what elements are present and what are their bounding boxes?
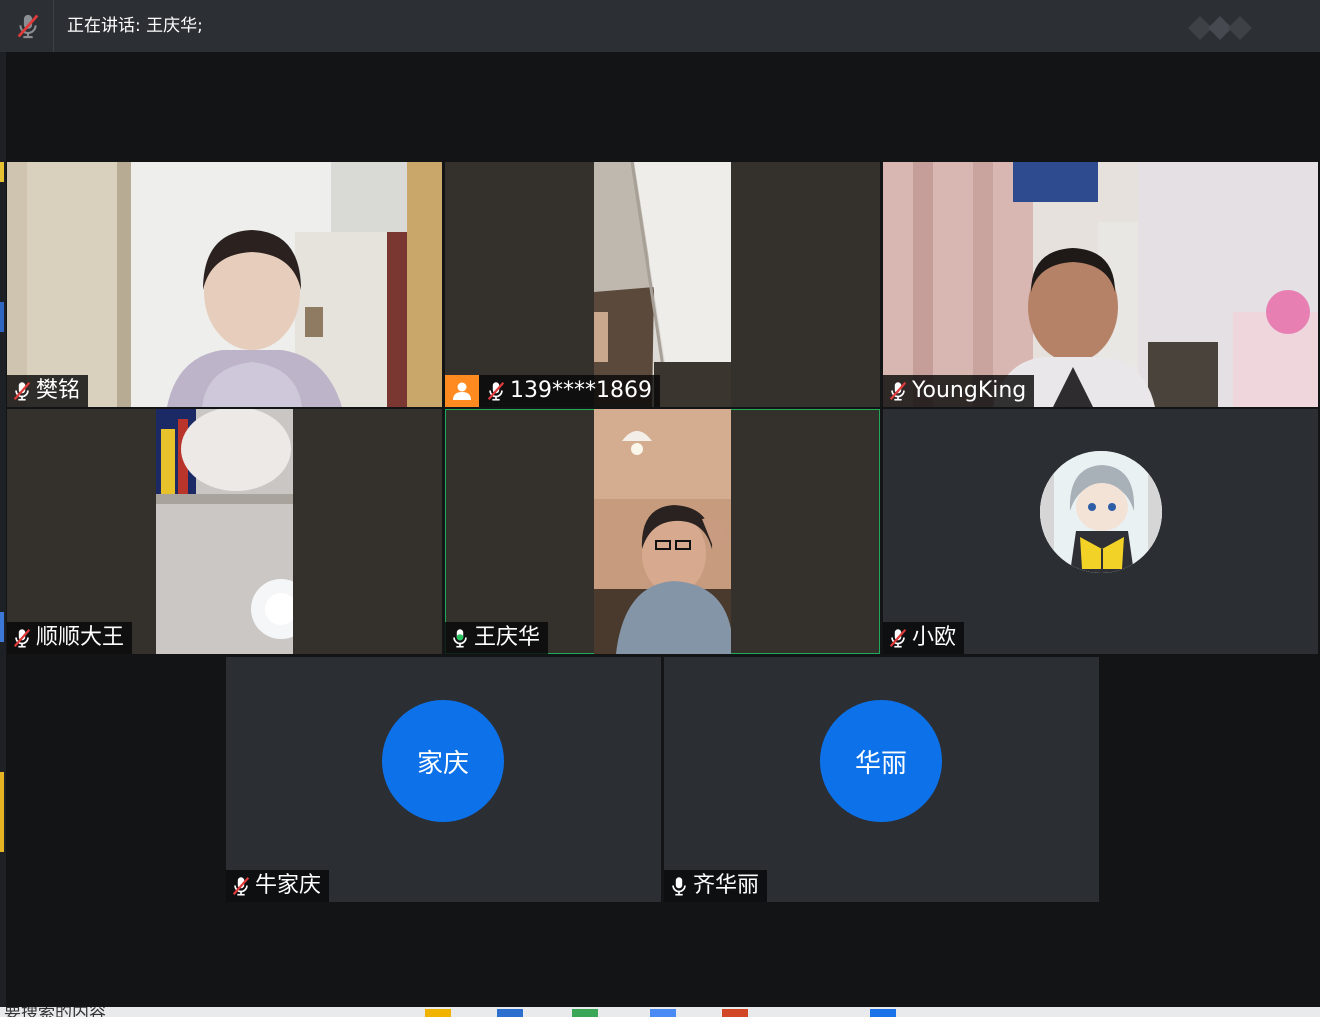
audio-only-tile[interactable]: 小欧 <box>883 409 1318 654</box>
mic-muted-icon <box>887 380 909 402</box>
participant-name-tag: 顺顺大王 <box>7 622 133 654</box>
mic-icon <box>668 875 690 897</box>
phone-user-icon <box>445 375 479 407</box>
video-tile[interactable]: 顺顺大王 <box>7 409 442 654</box>
background-text-fragment: 要搜索的内容 <box>4 1007 106 1017</box>
participant-name: 齐华丽 <box>693 873 760 898</box>
mic-active-icon <box>449 627 471 649</box>
mic-muted-icon <box>11 380 33 402</box>
participant-name-tag: 樊铭 <box>7 375 89 407</box>
divider <box>53 0 54 52</box>
participant-video <box>7 162 442 407</box>
participant-name-tag: 139****1869 <box>445 375 660 407</box>
avatar: 华丽 <box>820 700 942 822</box>
participant-video <box>156 409 293 654</box>
meeting-top-bar: 正在讲话: 王庆华; <box>0 0 1320 52</box>
mic-muted-icon <box>230 875 252 897</box>
participant-name: 小欧 <box>912 625 957 650</box>
mic-muted-icon <box>887 627 909 649</box>
speaking-indicator: 正在讲话: 王庆华; <box>67 16 203 36</box>
microphone-muted-icon[interactable] <box>14 12 42 40</box>
participant-video <box>594 409 731 654</box>
participant-name-tag: 王庆华 <box>445 622 549 654</box>
mic-muted-icon <box>11 627 33 649</box>
video-tile[interactable]: 樊铭 <box>7 162 442 407</box>
video-tile[interactable]: 139****1869 <box>445 162 880 407</box>
participant-name-tag: YoungKing <box>883 375 1035 407</box>
participant-video <box>594 162 731 407</box>
participant-name: 139****1869 <box>510 378 652 403</box>
participant-name-tag: 小欧 <box>883 622 965 654</box>
desktop-taskbar-edge: 要搜索的内容 <box>0 1007 1320 1017</box>
audio-only-tile[interactable]: 家庆 牛家庆 <box>226 657 661 902</box>
participant-name: 王庆华 <box>474 625 541 650</box>
app-logo-icon <box>1188 16 1252 40</box>
video-tile[interactable]: YoungKing <box>883 162 1318 407</box>
mic-muted-icon <box>485 380 507 402</box>
desktop-edge <box>0 52 6 1007</box>
video-tile-active-speaker[interactable]: 王庆华 <box>445 409 880 654</box>
participant-name: 顺顺大王 <box>36 625 125 650</box>
participant-name: 牛家庆 <box>255 873 322 898</box>
participant-name: YoungKing <box>912 378 1027 403</box>
participant-name-tag: 牛家庆 <box>226 870 330 902</box>
avatar: 家庆 <box>382 700 504 822</box>
avatar <box>1040 451 1162 573</box>
audio-only-tile[interactable]: 华丽 齐华丽 <box>664 657 1099 902</box>
participant-name-tag: 齐华丽 <box>664 870 768 902</box>
participant-video <box>883 162 1318 407</box>
participant-name: 樊铭 <box>36 378 81 403</box>
